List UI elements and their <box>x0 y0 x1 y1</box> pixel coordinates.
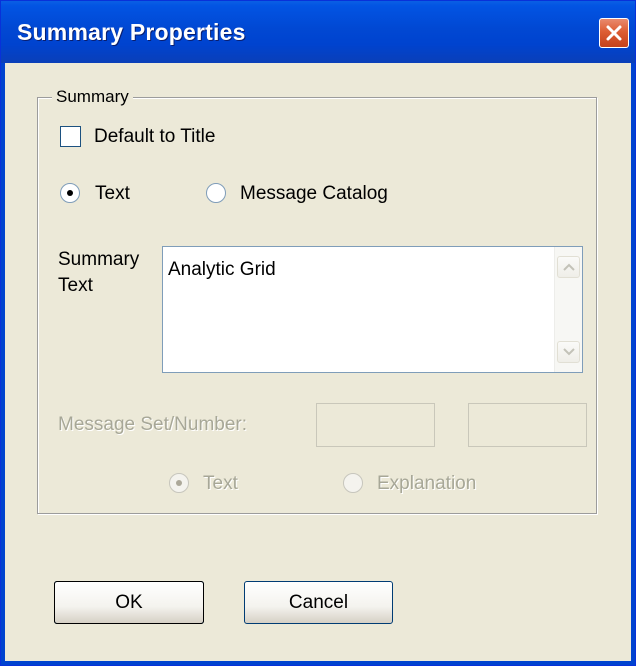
explanation-radio-label[interactable]: Explanation <box>377 473 476 495</box>
message-text-radio-label[interactable]: Text <box>203 473 238 495</box>
summary-text-label-line2: Text <box>58 275 93 296</box>
message-catalog-radio[interactable] <box>206 183 226 203</box>
ok-button[interactable]: OK <box>54 581 204 624</box>
close-button[interactable] <box>599 18 629 48</box>
chevron-down-icon <box>563 348 575 356</box>
message-text-radio[interactable] <box>169 473 189 493</box>
default-to-title-checkbox[interactable] <box>60 126 81 147</box>
default-to-title-label[interactable]: Default to Title <box>94 126 215 148</box>
title-bar[interactable]: Summary Properties <box>1 1 635 63</box>
text-radio[interactable] <box>60 183 80 203</box>
window-title: Summary Properties <box>17 19 246 45</box>
close-icon <box>606 25 622 41</box>
text-radio-label[interactable]: Text <box>95 183 130 205</box>
scroll-down-button[interactable] <box>557 341 580 363</box>
summary-properties-dialog: Summary Properties Summary Default to Ti… <box>0 0 636 666</box>
chevron-up-icon <box>563 263 575 271</box>
summary-text-value: Analytic Grid <box>168 259 276 280</box>
scroll-up-button[interactable] <box>557 256 580 278</box>
message-number-field[interactable] <box>468 403 587 447</box>
explanation-radio[interactable] <box>343 473 363 493</box>
summary-text-scrollbar[interactable] <box>554 247 582 372</box>
cancel-button[interactable]: Cancel <box>244 581 393 624</box>
window-frame-bottom <box>1 661 635 665</box>
window-frame-left <box>1 63 5 665</box>
message-catalog-radio-label[interactable]: Message Catalog <box>240 183 388 205</box>
message-set-field[interactable] <box>316 403 435 447</box>
message-set-number-label: Message Set/Number: <box>58 414 248 435</box>
window-frame-right <box>631 63 635 665</box>
summary-text-label: Summary <box>58 249 140 270</box>
summary-text-area[interactable]: Analytic Grid <box>162 246 583 373</box>
summary-group-legend: Summary <box>52 87 133 107</box>
